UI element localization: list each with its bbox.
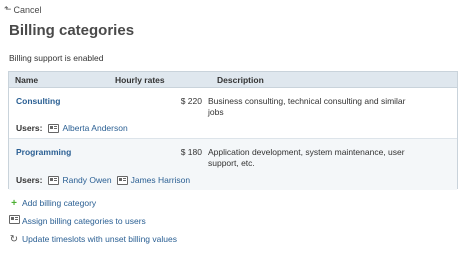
header-name: Name	[15, 74, 39, 85]
billing-categories-table: Name Hourly rates Description Consulting…	[8, 71, 458, 190]
category-name-link[interactable]: Programming	[16, 147, 71, 157]
category-users: Users: Randy Owen James Harrison	[16, 175, 195, 185]
category-description: Application development, system maintena…	[208, 147, 405, 168]
cancel-label: Cancel	[13, 4, 42, 15]
actions-list: + Add billing category Assign billing ca…	[9, 197, 177, 251]
billing-status-text: Billing support is enabled	[9, 53, 104, 63]
table-row: Programming $ 180 Application developmen…	[9, 139, 457, 190]
user-card-icon	[48, 123, 60, 133]
category-description: Business consulting, technical consultin…	[208, 96, 406, 117]
assign-billing-categories-link[interactable]: Assign billing categories to users	[9, 215, 177, 227]
refresh-icon: ↻	[9, 233, 19, 245]
back-arrow-icon: ⬑	[4, 4, 12, 14]
category-users: Users: Alberta Anderson	[16, 123, 133, 133]
user-link[interactable]: James Harrison	[116, 175, 191, 185]
table-row: Consulting $ 220 Business consulting, te…	[9, 88, 457, 139]
table-header: Name Hourly rates Description	[9, 72, 457, 88]
update-timeslots-label: Update timeslots with unset billing valu…	[22, 234, 177, 244]
update-timeslots-link[interactable]: ↻ Update timeslots with unset billing va…	[9, 233, 177, 245]
user-name: James Harrison	[130, 175, 191, 185]
page-title: Billing categories	[9, 22, 135, 39]
user-name: Alberta Anderson	[62, 123, 128, 133]
user-card-icon	[116, 175, 128, 185]
assign-billing-categories-label: Assign billing categories to users	[22, 216, 146, 226]
user-card-icon	[48, 175, 60, 185]
header-hourly-rates: Hourly rates	[115, 74, 165, 85]
users-label: Users:	[16, 123, 43, 133]
users-label: Users:	[16, 175, 43, 185]
user-card-icon	[9, 215, 20, 227]
category-name-link[interactable]: Consulting	[16, 96, 60, 106]
add-billing-category-label: Add billing category	[22, 198, 97, 208]
user-link[interactable]: Alberta Anderson	[48, 123, 128, 133]
cancel-link[interactable]: ⬑ Cancel	[4, 4, 42, 15]
user-link[interactable]: Randy Owen	[48, 175, 112, 185]
add-billing-category-link[interactable]: + Add billing category	[9, 197, 177, 209]
header-description: Description	[217, 74, 264, 85]
category-rate: $ 220	[180, 96, 202, 106]
plus-icon: +	[11, 197, 17, 209]
user-name: Randy Owen	[62, 175, 112, 185]
category-rate: $ 180	[180, 147, 202, 157]
